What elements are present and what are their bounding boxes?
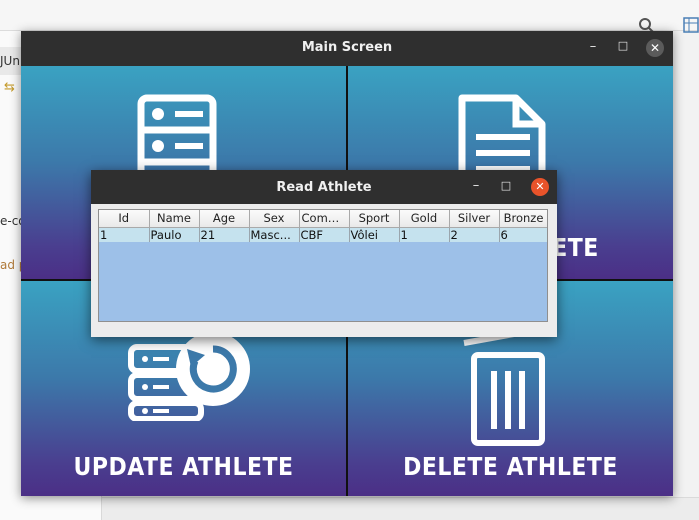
- ide-toolbar: [0, 0, 699, 31]
- column-header[interactable]: Id: [99, 210, 150, 228]
- column-header[interactable]: Silver: [449, 210, 500, 228]
- minimize-button[interactable]: –: [469, 178, 483, 193]
- table-cell[interactable]: 21: [199, 227, 250, 242]
- table-cell[interactable]: Vôlei: [349, 227, 400, 242]
- dialog-title: Read Athlete: [276, 180, 372, 195]
- column-header[interactable]: Sex: [249, 210, 300, 228]
- table-cell[interactable]: 1: [399, 227, 450, 242]
- perspective-icon[interactable]: [683, 16, 699, 34]
- athlete-table[interactable]: Id Name Age Sex Comm... Sport Gold Silve…: [98, 209, 548, 322]
- column-header[interactable]: Gold: [399, 210, 450, 228]
- table-cell[interactable]: 2: [449, 227, 500, 242]
- ide-status-bar: [102, 497, 699, 520]
- column-header[interactable]: Age: [199, 210, 250, 228]
- table-cell[interactable]: Masc...: [249, 227, 300, 242]
- table-row[interactable]: 1 Paulo 21 Masc... CBF Vôlei 1 2 6: [99, 227, 547, 242]
- dialog-titlebar[interactable]: Read Athlete – □ ✕: [91, 170, 557, 204]
- minimize-button[interactable]: –: [585, 39, 601, 57]
- main-titlebar[interactable]: Main Screen – □ ✕: [21, 31, 673, 66]
- column-header[interactable]: Name: [149, 210, 200, 228]
- junit-tab[interactable]: JUni: [0, 47, 22, 75]
- table-header-row: Id Name Age Sex Comm... Sport Gold Silve…: [99, 210, 547, 228]
- tile-label: UPDATE ATHLETE: [73, 453, 294, 482]
- table-cell[interactable]: CBF: [299, 227, 350, 242]
- window-title: Main Screen: [301, 40, 393, 55]
- close-button[interactable]: ✕: [646, 39, 664, 57]
- table-cell[interactable]: 6: [499, 227, 547, 242]
- column-header[interactable]: Bronze: [499, 210, 547, 228]
- table-cell[interactable]: Paulo: [149, 227, 200, 242]
- column-header[interactable]: Sport: [349, 210, 400, 228]
- sync-icon[interactable]: ⇆: [4, 80, 15, 95]
- maximize-button[interactable]: □: [615, 39, 631, 57]
- table-cell[interactable]: 1: [99, 227, 150, 242]
- trash-icon: [463, 323, 545, 446]
- maximize-button[interactable]: □: [499, 179, 513, 192]
- tile-label: DELETE ATHLETE: [403, 453, 618, 482]
- column-header[interactable]: Comm...: [299, 210, 350, 228]
- read-athlete-dialog: Read Athlete – □ ✕ Id Name Age Sex Comm.…: [91, 170, 557, 337]
- close-button[interactable]: ✕: [531, 178, 549, 196]
